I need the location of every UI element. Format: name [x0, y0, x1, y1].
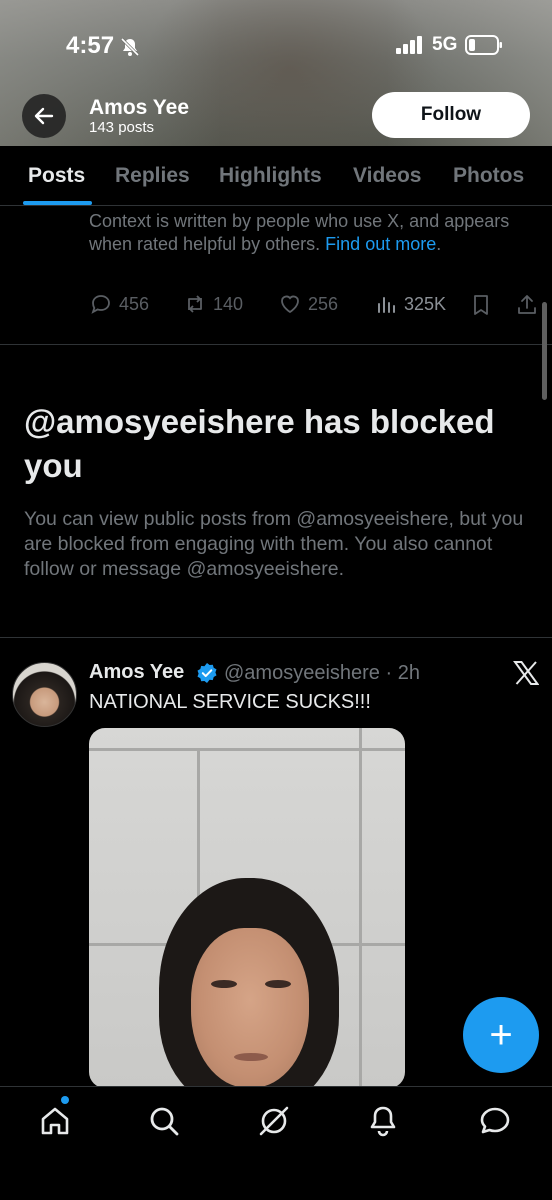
status-time: 4:57	[66, 32, 115, 59]
grok-icon[interactable]	[256, 1103, 292, 1139]
tab-highlights[interactable]: Highlights	[219, 164, 322, 188]
post-time: · 2h	[385, 662, 420, 684]
blocked-title: @amosyeeishere has blocked you	[24, 403, 495, 484]
tab-videos[interactable]: Videos	[353, 164, 421, 188]
status-bar: 4:57 5G	[0, 0, 552, 90]
post-text: NATIONAL SERVICE SUCKS!!!	[89, 691, 371, 713]
tab-posts[interactable]: Posts	[28, 164, 85, 188]
like-button[interactable]: 256	[278, 292, 338, 316]
face	[191, 928, 309, 1088]
post-media[interactable]	[89, 728, 405, 1088]
reply-count: 456	[119, 293, 150, 314]
eye	[265, 980, 291, 988]
compose-button[interactable]: +	[463, 997, 539, 1073]
post-author[interactable]: Amos Yee	[89, 661, 184, 684]
active-tab-indicator	[23, 201, 92, 205]
views-icon	[378, 297, 395, 313]
signal-icon	[396, 36, 422, 54]
scrollbar[interactable]	[542, 302, 547, 400]
divider	[0, 344, 552, 345]
views-button[interactable]: 325K	[374, 292, 446, 316]
verified-badge-icon	[197, 663, 217, 683]
post-actions: 456 140 256 325K	[89, 292, 544, 320]
repost-button[interactable]: 140	[183, 292, 243, 316]
community-note-footer: Context is written by people who use X, …	[89, 210, 529, 255]
back-button[interactable]	[22, 94, 66, 138]
home-notification-dot	[61, 1096, 69, 1104]
find-out-more-link[interactable]: Find out more	[325, 234, 436, 254]
repost-count: 140	[213, 293, 244, 314]
search-icon[interactable]	[146, 1103, 182, 1139]
messages-icon[interactable]	[477, 1103, 513, 1139]
post-handle: @amosyeeishere	[224, 662, 380, 684]
avatar[interactable]	[12, 662, 77, 727]
tab-photos[interactable]: Photos	[453, 164, 524, 188]
profile-tabs: Posts Replies Highlights Videos Photos	[0, 146, 552, 206]
reply-button[interactable]: 456	[89, 292, 149, 316]
tab-replies[interactable]: Replies	[115, 164, 190, 188]
profile-name: Amos Yee	[89, 96, 190, 119]
note-period: .	[436, 233, 442, 254]
x-logo-icon[interactable]	[513, 660, 539, 686]
mouth	[234, 1053, 268, 1061]
divider	[0, 637, 552, 638]
share-icon[interactable]	[515, 293, 539, 317]
wall-panel-line	[89, 748, 405, 751]
bottom-nav	[0, 1086, 552, 1200]
repost-icon	[188, 295, 202, 313]
wall-panel-line	[359, 728, 362, 1088]
network-label: 5G	[432, 34, 458, 55]
view-count: 325K	[404, 293, 447, 314]
note-text: Context is written by people who use X, …	[89, 211, 510, 254]
notifications-icon[interactable]	[365, 1103, 401, 1139]
heart-icon	[281, 295, 299, 314]
like-count: 256	[308, 293, 339, 314]
bell-slash-icon	[120, 37, 140, 57]
home-icon[interactable]	[37, 1103, 73, 1139]
eye	[211, 980, 237, 988]
follow-button[interactable]: Follow	[372, 92, 530, 138]
reply-icon	[91, 295, 110, 314]
bookmark-icon[interactable]	[469, 293, 493, 317]
post-count: 143 posts	[89, 119, 155, 136]
battery-icon	[465, 35, 502, 55]
arrow-left-icon	[34, 107, 54, 125]
post-handle-time[interactable]: @amosyeeishere · 2h	[224, 662, 420, 685]
blocked-body: You can view public posts from @amosyeei…	[24, 508, 524, 580]
